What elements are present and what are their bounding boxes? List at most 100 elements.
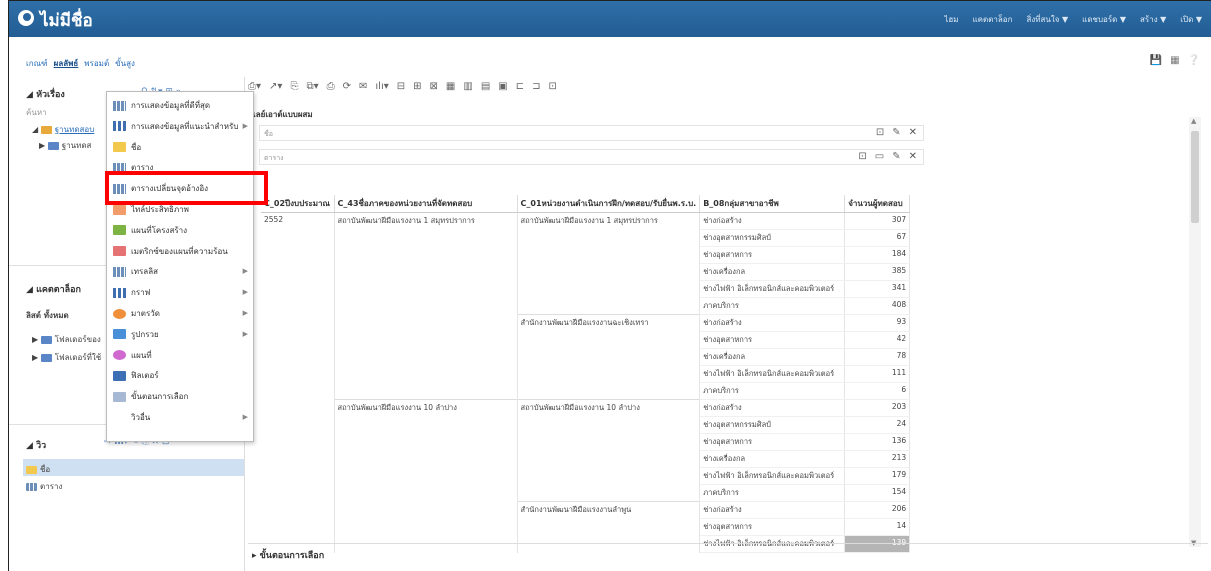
menu-item-treemap[interactable]: แผนที่โครงสร้าง <box>107 221 253 240</box>
menu-item-gauge[interactable]: มาตรวัด ▶ <box>107 304 253 323</box>
menu-dashboards[interactable]: แดชบอร์ด ▼ <box>1082 13 1126 26</box>
scroll-up-icon[interactable]: ▲ <box>1191 117 1196 125</box>
column-header[interactable]: B_08กลุ่มสาขาอาชีพ <box>699 195 846 213</box>
format-icon[interactable]: ⊡ <box>858 151 866 162</box>
menu-new[interactable]: สร้าง ▼ <box>1140 13 1166 26</box>
save-icon[interactable]: 💾 <box>1150 55 1162 66</box>
collapse-icon[interactable]: ◢ <box>26 441 36 451</box>
collapse-icon[interactable]: ◢ <box>26 285 36 295</box>
submenu-arrow-icon: ▶ <box>242 267 248 276</box>
results-table: C_02ปีงบประมาณ C_43ชื่อภาคของหน่วยงานที่… <box>261 195 911 553</box>
application-frame: ไม่มีชื่อ ไฮม แคตตาล็อก สิ่งที่สนใจ ▼ แด… <box>8 0 1211 571</box>
catalog-folder-mine[interactable]: ▶ โฟลเดอร์ของ <box>32 333 101 346</box>
unit-cell <box>517 365 701 383</box>
help-icon[interactable]: ❔ <box>1188 55 1200 66</box>
menu-item-other-views[interactable]: วิวอื่น ▶ <box>107 408 253 427</box>
menu-item-label: แผนที่โครงสร้าง <box>131 225 188 235</box>
catalog-filter[interactable]: ลิสต์ ทั้งหมด <box>26 309 69 322</box>
merge-icon[interactable]: ⊐ <box>532 81 540 95</box>
menu-item-bar-chart[interactable]: การแสดงข้อมูลที่แนะนำสำหรับ ▶ <box>107 117 253 136</box>
format-icon[interactable]: ⊡ <box>876 127 884 138</box>
region-cell <box>334 535 518 553</box>
funnel-icon <box>113 329 126 340</box>
submenu-arrow-icon: ▶ <box>242 329 248 338</box>
app-logo-icon <box>18 10 34 26</box>
prompt-icon[interactable]: ⊞ <box>413 81 421 95</box>
subject-area-node[interactable]: ◢ ฐานทดสอบ <box>32 123 94 136</box>
catalog-header: แคตตาล็อก <box>36 285 81 295</box>
year-cell <box>261 501 335 519</box>
occupation-cell: ช่างอุตสาหกรรมศิลป์ <box>699 229 846 247</box>
close-icon[interactable]: ✕ <box>909 127 917 138</box>
columns-icon[interactable]: ▤ <box>481 81 490 95</box>
column-header[interactable]: C_43ชื่อภาคของหน่วยงานที่จัดทดสอบ <box>334 195 518 213</box>
properties-icon[interactable]: ▭ <box>875 151 884 162</box>
selection-steps-panel[interactable]: ▸ ขั้นตอนการเลือก <box>252 548 324 562</box>
count-cell: 24 <box>844 416 911 434</box>
refresh-icon[interactable]: ⟳ <box>343 81 351 95</box>
menu-item-selection-steps[interactable]: ขั้นตอนการเลือก <box>107 387 253 406</box>
occupation-cell: ช่างอุตสาหการ <box>699 246 846 264</box>
mail-icon[interactable]: ✉ <box>359 81 367 95</box>
paste-icon[interactable]: ⧉▾ <box>306 81 318 95</box>
subject-folder-node[interactable]: ▶ ฐานทดส <box>39 139 91 152</box>
occupation-cell: ภาคบริการ <box>699 484 846 502</box>
scroll-thumb[interactable] <box>1191 131 1199 223</box>
menu-home[interactable]: ไฮม <box>944 13 958 26</box>
global-menu: ไฮม แคตตาล็อก สิ่งที่สนใจ ▼ แดชบอร์ด ▼ ส… <box>944 13 1202 26</box>
menu-item-filter[interactable]: ฟิลเตอร์ <box>107 366 253 385</box>
menu-item-trellis[interactable]: เทรลลิส ▶ <box>107 262 253 281</box>
save-as-icon[interactable]: ▦ <box>1170 55 1179 66</box>
export-icon[interactable]: ↗▾ <box>269 81 282 95</box>
layout-icon[interactable]: ⊠ <box>430 81 438 95</box>
menu-item-grid[interactable]: การแสดงข้อมูลที่ดีที่สุด <box>107 96 253 115</box>
new-view-icon[interactable]: ılı▾ <box>375 81 388 95</box>
year-cell <box>261 263 335 281</box>
region-cell <box>334 518 518 536</box>
year-cell <box>261 229 335 247</box>
year-cell <box>261 416 335 434</box>
catalog-folder-shared[interactable]: ▶ โฟลเดอร์ที่ใช้ <box>32 351 101 364</box>
view-title[interactable]: ชื่อ <box>26 463 50 476</box>
filter-icon[interactable]: ⊟ <box>397 81 405 95</box>
chart-icon[interactable]: ▥ <box>463 81 472 95</box>
tab-results[interactable]: ผลลัพธ์ <box>54 57 79 70</box>
edit-icon[interactable]: ✎ <box>892 127 900 138</box>
tab-prompts[interactable]: พรอมต์ <box>84 57 109 70</box>
menu-item-title[interactable]: ชื่อ <box>107 138 253 157</box>
table-row: 2552 สถาบันพัฒนาฝีมือแรงงาน 1 สมุทรปราการ… <box>261 212 911 230</box>
rows-icon[interactable]: ▣ <box>498 81 507 95</box>
grid-icon[interactable]: ▦ <box>446 81 455 95</box>
table-row: ช่างไฟฟ้า อิเล็กทรอนิกส์และคอมพิวเตอร์ 17… <box>261 467 911 485</box>
count-cell: 93 <box>844 314 911 332</box>
occupation-cell: ภาคบริการ <box>699 297 846 315</box>
menu-item-map[interactable]: แผนที่ <box>107 346 253 365</box>
expand-icon[interactable]: ▸ <box>252 551 260 561</box>
edit-layout-icon[interactable]: ⊡ <box>549 81 557 95</box>
menu-item-heatmap[interactable]: เมตริกซ์ของแผนที่ความร้อน <box>107 242 253 261</box>
vertical-scrollbar[interactable]: ▲ ▼ <box>1189 117 1201 547</box>
column-header[interactable]: C_02ปีงบประมาณ <box>261 195 335 213</box>
column-header[interactable]: จำนวนผู้ทดสอบ <box>844 195 911 213</box>
menu-item-funnel[interactable]: รูปกรวย ▶ <box>107 325 253 344</box>
selected-view-row[interactable] <box>23 459 244 476</box>
tab-criteria[interactable]: เกณฑ์ <box>26 57 48 70</box>
occupation-cell: ช่างไฟฟ้า อิเล็กทรอนิกส์และคอมพิวเตอร์ <box>699 467 846 485</box>
tab-advanced[interactable]: ขั้นสูง <box>115 57 135 70</box>
table-body: 2552 สถาบันพัฒนาฝีมือแรงงาน 1 สมุทรปราการ… <box>261 212 911 553</box>
split-icon[interactable]: ⊏ <box>516 81 524 95</box>
edit-icon[interactable]: ✎ <box>892 151 900 162</box>
close-icon[interactable]: ✕ <box>909 151 917 162</box>
menu-open[interactable]: เปิด ▼ <box>1180 13 1202 26</box>
menu-favorites[interactable]: สิ่งที่สนใจ ▼ <box>1026 13 1068 26</box>
count-cell: 78 <box>844 348 911 366</box>
collapse-icon[interactable]: ◢ <box>26 90 36 100</box>
menu-catalog[interactable]: แคตตาล็อก <box>973 13 1013 26</box>
copy-icon[interactable]: ⎘ <box>290 81 298 95</box>
occupation-cell: ช่างไฟฟ้า อิเล็กทรอนิกส์และคอมพิวเตอร์ <box>699 535 846 553</box>
print-preview-icon[interactable]: ⎙ <box>327 81 335 95</box>
view-table[interactable]: ตาราง <box>26 480 62 493</box>
menu-item-label: การแสดงข้อมูลที่แนะนำสำหรับ <box>131 121 239 131</box>
column-header[interactable]: C_01หน่วยงานดำเนินการฝึก/ทดสอบ/รับยื่นพ.… <box>517 195 701 213</box>
menu-item-graph[interactable]: กราฟ ▶ <box>107 283 253 302</box>
